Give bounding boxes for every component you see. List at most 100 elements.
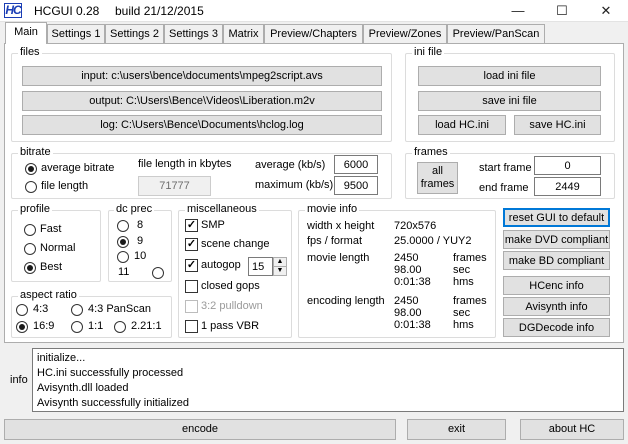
make-dvd-compliant-button[interactable]: make DVD compliant	[503, 230, 610, 249]
tab-main[interactable]: Main	[5, 22, 47, 44]
profile-best-radio[interactable]	[24, 262, 36, 274]
dc-prec-11-label: 11	[118, 266, 130, 278]
tab-matrix[interactable]: Matrix	[223, 24, 264, 43]
encoding-length-sec: 98.00	[394, 307, 422, 319]
pulldown-checkbox	[185, 300, 198, 313]
ini-file-group-label: ini file	[412, 46, 445, 58]
width-height-label: width x height	[307, 220, 375, 232]
aspect-1-1-label: 1:1	[88, 320, 104, 332]
encoding-length-frames: 2450	[394, 295, 419, 307]
frames-group-label: frames	[412, 146, 450, 158]
profile-best-label: Best	[40, 261, 63, 273]
smp-checkbox[interactable]: ✓	[185, 219, 198, 232]
autogop-label: autogop	[201, 259, 241, 271]
profile-fast-label: Fast	[40, 223, 62, 235]
profile-normal-radio[interactable]	[24, 243, 36, 255]
movie-length-sec: 98.00	[394, 264, 422, 276]
bitrate-group-label: bitrate	[18, 146, 53, 158]
exit-button[interactable]: exit	[407, 419, 506, 440]
autogop-spinner[interactable]: ▲ ▼	[273, 257, 287, 276]
spin-up-icon[interactable]: ▲	[274, 258, 286, 267]
start-frame-label: start frame	[479, 162, 532, 174]
one-pass-vbr-checkbox[interactable]	[185, 320, 198, 333]
all-frames-label-1: all	[431, 165, 443, 177]
close-icon[interactable]: ✕	[584, 0, 628, 22]
profile-normal-label: Normal	[40, 242, 76, 254]
smp-label: SMP	[201, 219, 225, 231]
about-hc-button[interactable]: about HC	[520, 419, 624, 440]
maximize-icon[interactable]: ☐	[540, 0, 584, 22]
autogop-checkbox[interactable]: ✓	[185, 259, 198, 272]
all-frames-button[interactable]: all frames	[417, 162, 458, 194]
closed-gops-label: closed gops	[201, 280, 260, 292]
misc-group-label: miscellaneous	[185, 203, 259, 215]
movie-info-group-label: movie info	[305, 203, 360, 215]
tab-settings-3[interactable]: Settings 3	[164, 24, 223, 43]
minimize-icon[interactable]: —	[496, 0, 540, 22]
unit-hms: hms	[453, 276, 474, 288]
dc-prec-9-label: 9	[137, 235, 144, 247]
load-ini-button[interactable]: load ini file	[418, 66, 601, 86]
dc-prec-8-label: 8	[137, 219, 144, 231]
file-length-label: file length	[41, 180, 89, 192]
all-frames-label-2: frames	[420, 178, 455, 190]
info-label: info	[10, 374, 28, 386]
scene-change-checkbox[interactable]: ✓	[185, 238, 198, 251]
profile-fast-radio[interactable]	[24, 224, 36, 236]
pulldown-label: 3:2 pulldown	[201, 300, 263, 312]
aspect-4-3-label: 4:3	[33, 303, 49, 315]
make-bd-compliant-button[interactable]: make BD compliant	[503, 251, 610, 270]
tab-preview-chapters[interactable]: Preview/Chapters	[264, 24, 363, 43]
load-hc-ini-button[interactable]: load HC.ini	[418, 115, 506, 135]
dgdecode-info-button[interactable]: DGDecode info	[503, 318, 610, 337]
end-frame-input[interactable]: 2449	[534, 177, 601, 196]
average-bitrate-label: average bitrate	[41, 162, 115, 174]
start-frame-input[interactable]: 0	[534, 156, 601, 175]
aspect-1-1-radio[interactable]	[71, 321, 83, 333]
profile-group-label: profile	[18, 203, 52, 215]
tab-settings-2[interactable]: Settings 2	[105, 24, 164, 43]
maximum-kbs-label: maximum (kb/s)	[255, 179, 334, 191]
log-file-button[interactable]: log: C:\Users\Bence\Documents\hclog.log	[22, 115, 382, 135]
fps-format-label: fps / format	[307, 235, 363, 247]
aspect-16-9-radio[interactable]	[16, 321, 28, 333]
avisynth-info-button[interactable]: Avisynth info	[503, 297, 610, 316]
closed-gops-checkbox[interactable]	[185, 280, 198, 293]
dc-prec-9-radio[interactable]	[117, 236, 129, 248]
reset-gui-button[interactable]: reset GUI to default	[503, 208, 610, 227]
average-bitrate-radio[interactable]	[25, 163, 37, 175]
log-line: Avisynth.dll loaded	[37, 382, 129, 394]
movie-length-hms: 0:01:38	[394, 276, 431, 288]
save-hc-ini-button[interactable]: save HC.ini	[514, 115, 601, 135]
maximum-kbs-input[interactable]: 9500	[334, 176, 378, 195]
aspect-ratio-group-label: aspect ratio	[18, 289, 79, 301]
autogop-input[interactable]: 15	[248, 257, 273, 276]
aspect-4-3-panscan-radio[interactable]	[71, 304, 83, 316]
tab-preview-zones[interactable]: Preview/Zones	[363, 24, 447, 43]
output-file-button[interactable]: output: C:\Users\Bence\Videos\Liberation…	[22, 91, 382, 111]
file-length-radio[interactable]	[25, 181, 37, 193]
tab-settings-1[interactable]: Settings 1	[47, 24, 105, 43]
log-line: Avisynth successfully initialized	[37, 397, 190, 409]
input-file-button[interactable]: input: c:\users\bence\documents\mpeg2scr…	[22, 66, 382, 86]
hcenc-info-button[interactable]: HCenc info	[503, 276, 610, 295]
files-group-label: files	[18, 46, 42, 58]
info-log[interactable]: initialize... HC.ini successfully proces…	[32, 348, 624, 412]
file-length-kbytes-label: file length in kbytes	[138, 158, 232, 170]
dc-prec-8-radio[interactable]	[117, 220, 129, 232]
movie-length-label: movie length	[307, 252, 370, 264]
tab-preview-panscan[interactable]: Preview/PanScan	[447, 24, 545, 43]
spin-down-icon[interactable]: ▼	[274, 267, 286, 275]
encoding-length-hms: 0:01:38	[394, 319, 431, 331]
window-title: HCGUI 0.28	[34, 4, 100, 18]
encode-button[interactable]: encode	[4, 419, 396, 440]
save-ini-button[interactable]: save ini file	[418, 91, 601, 111]
aspect-2-21-label: 2.21:1	[131, 320, 162, 332]
dc-prec-11-radio[interactable]	[152, 267, 164, 279]
width-height-value: 720x576	[394, 220, 437, 232]
aspect-2-21-radio[interactable]	[114, 321, 126, 333]
encoding-length-label: encoding length	[307, 295, 385, 307]
dc-prec-10-radio[interactable]	[117, 251, 129, 263]
aspect-4-3-radio[interactable]	[16, 304, 28, 316]
average-kbs-input[interactable]: 6000	[334, 155, 378, 174]
